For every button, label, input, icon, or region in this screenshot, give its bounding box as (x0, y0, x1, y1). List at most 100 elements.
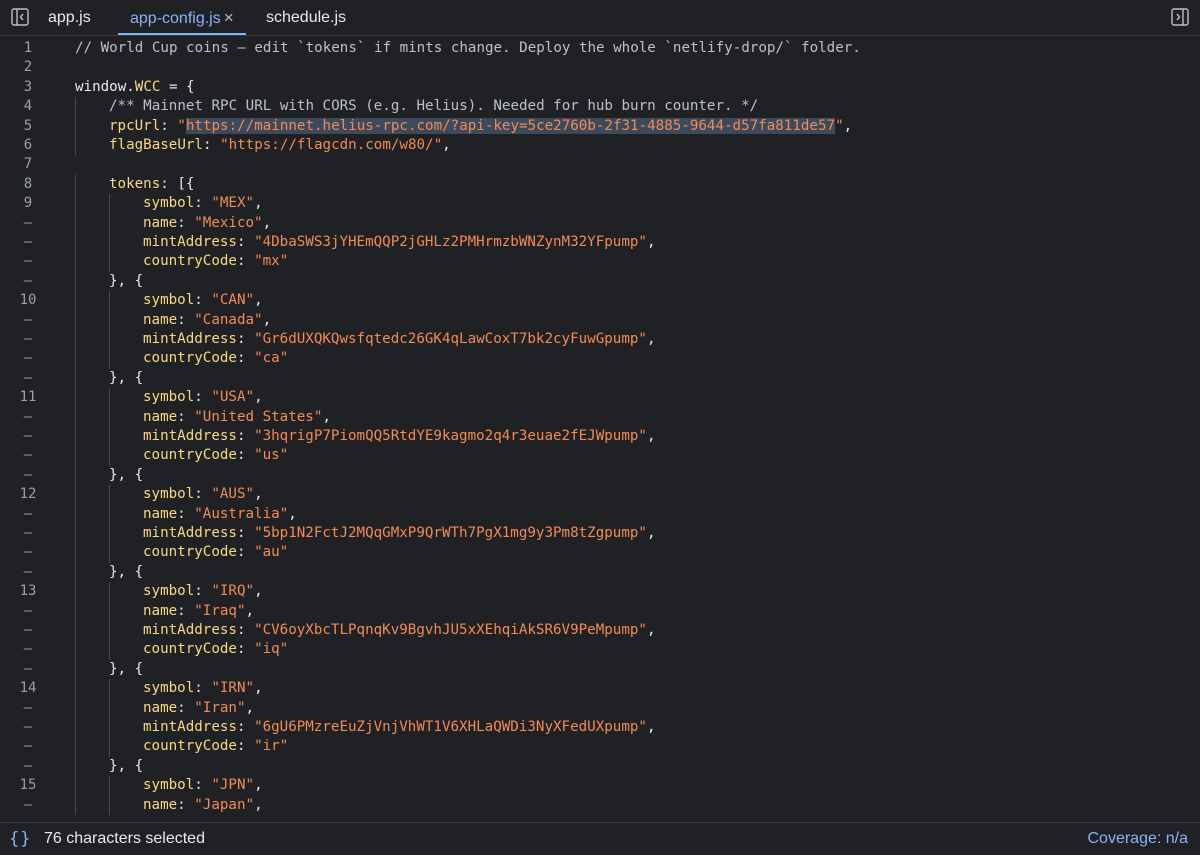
code-line[interactable]: 5 rpcUrl: "https://mainnet.helius-rpc.com… (0, 116, 1200, 136)
code-line[interactable]: 10 symbol: "CAN", (0, 291, 1200, 311)
line-number[interactable]: 1 (0, 39, 56, 58)
code-line[interactable]: 14 symbol: "IRN", (0, 679, 1200, 699)
indent-guide (75, 427, 76, 447)
code-line[interactable]: – countryCode: "us" (0, 446, 1200, 466)
code-line[interactable]: 7 (0, 155, 1200, 174)
line-number[interactable]: – (0, 757, 56, 776)
line-number[interactable]: 3 (0, 78, 56, 97)
curly-braces-icon[interactable]: {} (9, 829, 31, 849)
sidebar-right-toggle-icon[interactable] (1171, 8, 1189, 26)
code-line[interactable]: 8 tokens: [{ (0, 174, 1200, 195)
line-number[interactable]: 2 (0, 58, 56, 77)
sidebar-left-toggle-icon[interactable] (11, 8, 29, 26)
code-text: }, { (109, 466, 143, 485)
code-line[interactable]: 6 flagBaseUrl: "https://flagcdn.com/w80/"… (0, 136, 1200, 156)
indent-guide (75, 446, 76, 466)
tab-schedule-js[interactable]: schedule.js (266, 0, 346, 35)
code-line[interactable]: – name: "United States", (0, 407, 1200, 427)
code-line[interactable]: 9 symbol: "MEX", (0, 194, 1200, 214)
code-line[interactable]: – name: "Iraq", (0, 601, 1200, 621)
code-editor[interactable]: 1 // World Cup coins — edit `tokens` if m… (0, 37, 1200, 820)
code-line[interactable]: – mintAddress: "CV6oyXbcTLPqnqKv9BgvhJU5x… (0, 621, 1200, 641)
line-number[interactable]: – (0, 737, 56, 756)
line-number[interactable]: – (0, 505, 56, 524)
line-number[interactable]: – (0, 563, 56, 582)
line-number[interactable]: – (0, 427, 56, 446)
code-line[interactable]: 1 // World Cup coins — edit `tokens` if m… (0, 39, 1200, 58)
line-number[interactable]: – (0, 602, 56, 621)
line-number[interactable]: – (0, 796, 56, 815)
line-number[interactable]: – (0, 543, 56, 562)
code-line[interactable]: –}, { (0, 659, 1200, 680)
line-number[interactable]: 13 (0, 582, 56, 601)
code-token: "ca" (254, 350, 289, 367)
code-line[interactable]: – }, { (0, 465, 1200, 486)
code-token: "https://flagcdn.com/w80/" (220, 137, 443, 153)
coverage-status[interactable]: Coverage: n/a (1087, 830, 1188, 848)
code-line[interactable]: – name: "Iran", (0, 698, 1200, 718)
code-line[interactable]: 15 symbol: "JPN", (0, 776, 1200, 796)
close-tab-icon[interactable]: × (224, 0, 234, 36)
line-number[interactable]: – (0, 524, 56, 543)
code-line[interactable]: – mintAddress: "6gU6PMzreEuZjVnjVhWT1V6XH… (0, 718, 1200, 738)
code-token: mintAddress (143, 331, 237, 347)
line-number[interactable]: 11 (0, 388, 56, 407)
code-line[interactable]: – name: "Mexico", (0, 213, 1200, 233)
line-number[interactable]: – (0, 252, 56, 271)
line-number[interactable]: 5 (0, 117, 56, 136)
code-line[interactable]: – name: "Australia", (0, 504, 1200, 524)
line-number[interactable]: – (0, 718, 56, 737)
code-line[interactable]: –}, { (0, 756, 1200, 777)
code-text: mintAddress: "6gU6PMzreEuZjVnjVhWT1V6XHL… (143, 718, 656, 737)
code-line[interactable]: 11 symbol: "USA", (0, 388, 1200, 408)
tab-app-config-js[interactable]: app-config.js × (118, 0, 246, 35)
code-token: tokens (109, 175, 161, 192)
code-line[interactable]: 13 symbol: "IRQ", (0, 582, 1200, 602)
line-number[interactable]: – (0, 233, 56, 252)
code-line[interactable]: –}, { (0, 271, 1200, 292)
code-line[interactable]: 4 /** Mainnet RPC URL with CORS (e.g. Hel… (0, 97, 1200, 117)
line-number[interactable]: – (0, 660, 56, 679)
code-line[interactable]: – mintAddress: "3hqrigP7PiomQQ5RtdYE9kagm… (0, 427, 1200, 447)
code-line[interactable]: – countryCode: "au" (0, 543, 1200, 563)
line-number[interactable]: 10 (0, 291, 56, 310)
code-line[interactable]: – countryCode: "mx" (0, 252, 1200, 272)
line-number[interactable]: 6 (0, 136, 56, 155)
line-number[interactable]: – (0, 640, 56, 659)
code-line[interactable]: 12 symbol: "AUS", (0, 485, 1200, 505)
code-line[interactable]: – countryCode: "ca" (0, 349, 1200, 369)
code-line[interactable]: – mintAddress: "4DbaSWS3jYHEmQQP2jGHLz2PM… (0, 233, 1200, 253)
code-line[interactable]: – name: "Canada", (0, 310, 1200, 330)
line-number[interactable]: – (0, 621, 56, 640)
code-line[interactable]: –}, { (0, 562, 1200, 583)
line-number[interactable]: – (0, 311, 56, 330)
line-number[interactable]: 7 (0, 155, 56, 174)
line-number[interactable]: – (0, 349, 56, 368)
code-line[interactable]: – name: "Japan", (0, 795, 1200, 815)
indent-guide (109, 407, 110, 427)
line-number[interactable]: – (0, 214, 56, 233)
line-number[interactable]: 12 (0, 485, 56, 504)
code-line[interactable]: – countryCode: "iq" (0, 640, 1200, 660)
code-line[interactable]: –}, { (0, 368, 1200, 389)
selected-text: https://mainnet.helius-rpc.com/?api-key=… (185, 117, 836, 134)
line-number[interactable]: – (0, 272, 56, 291)
line-number[interactable]: 15 (0, 776, 56, 795)
line-number[interactable]: – (0, 466, 56, 485)
line-number[interactable]: – (0, 330, 56, 349)
line-number[interactable]: – (0, 699, 56, 718)
code-line[interactable]: 2 (0, 58, 1200, 77)
line-number[interactable]: – (0, 408, 56, 427)
code-line[interactable]: 3 window.WCC = { (0, 78, 1200, 97)
line-number[interactable]: 8 (0, 175, 56, 194)
tab-app-js[interactable]: app.js (48, 0, 91, 35)
indent-guide (75, 330, 76, 350)
line-number[interactable]: 14 (0, 679, 56, 698)
line-number[interactable]: – (0, 446, 56, 465)
line-number[interactable]: – (0, 369, 56, 388)
line-number[interactable]: 4 (0, 97, 56, 116)
code-line[interactable]: – mintAddress: "5bp1N2FctJ2MQqGMxP9QrWTh7… (0, 524, 1200, 544)
code-line[interactable]: – countryCode: "ir" (0, 737, 1200, 757)
line-number[interactable]: 9 (0, 194, 56, 213)
code-line[interactable]: – mintAddress: "Gr6dUXQKQwsfqtedc26GK4qLa… (0, 330, 1200, 350)
